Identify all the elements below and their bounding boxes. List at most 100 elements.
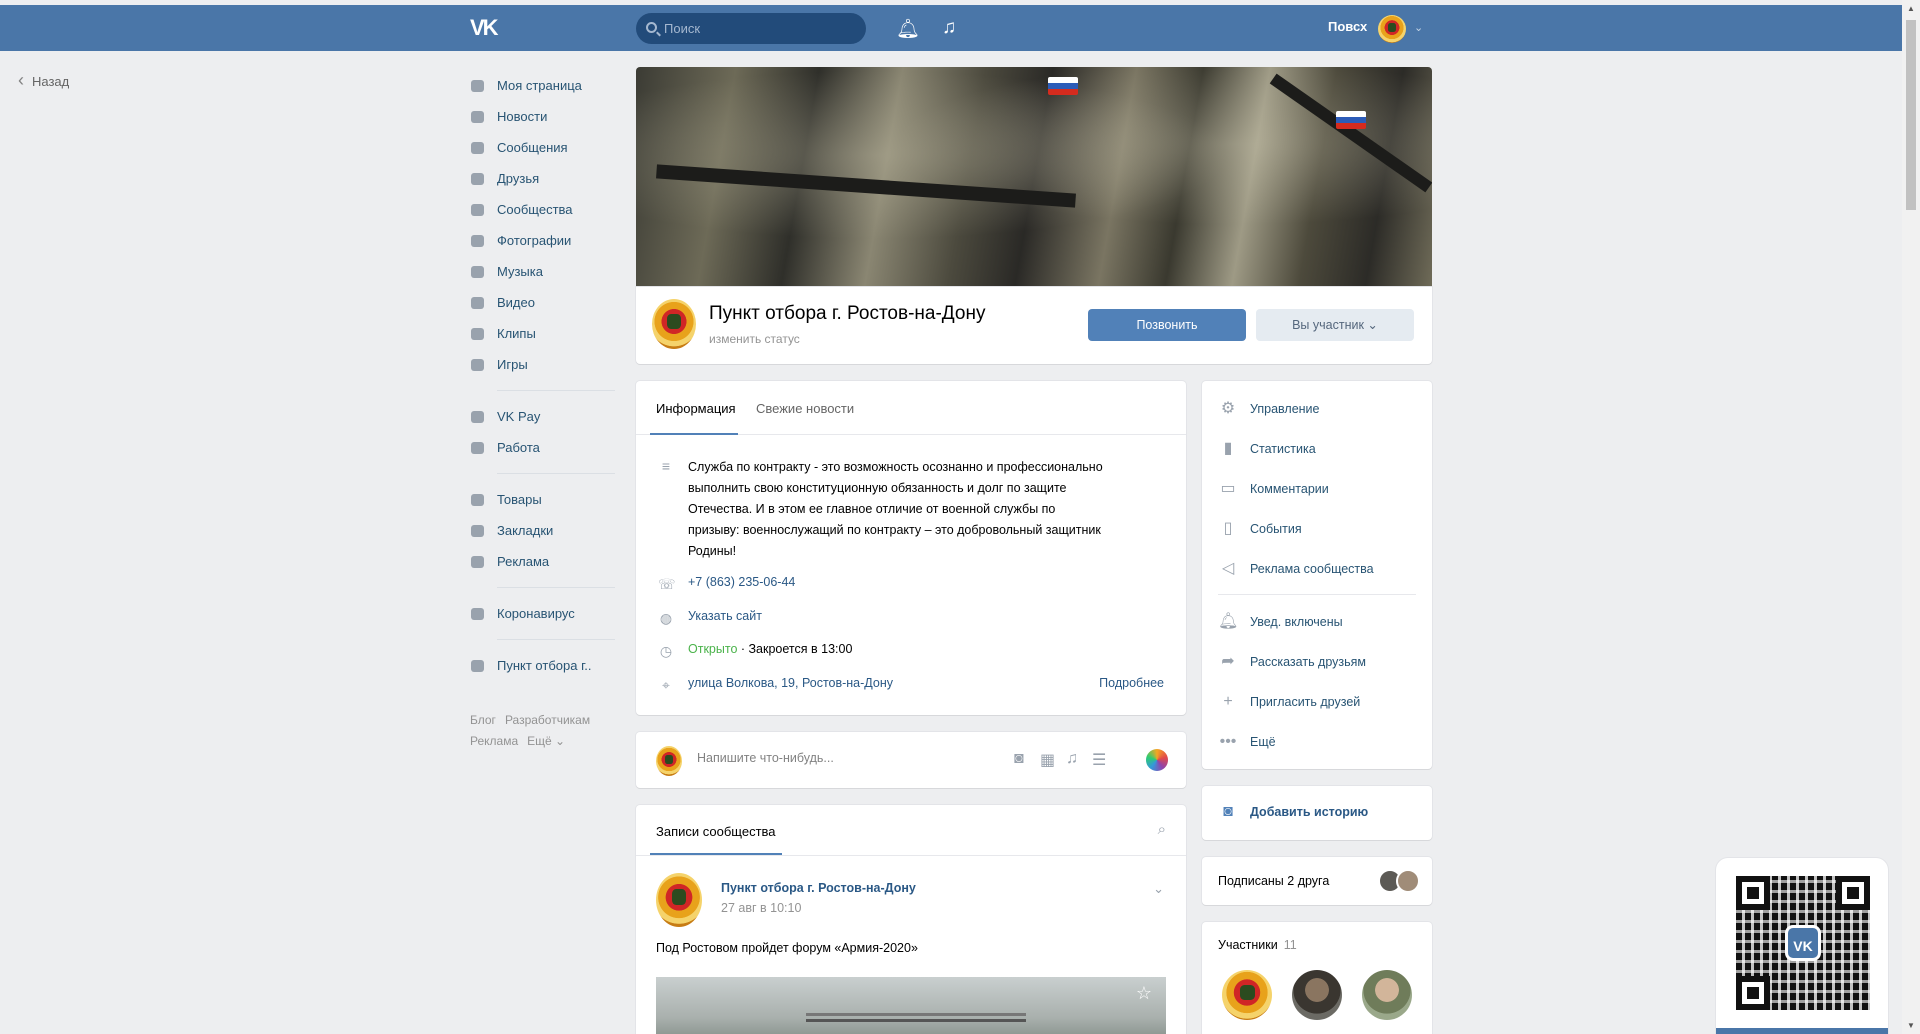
friends-label[interactable]: Подписаны 2 друга [1218, 874, 1329, 888]
article-icon[interactable]: ☰ [1092, 750, 1106, 770]
info-phone-row: ☏ +7 (863) 235-06-44 [658, 575, 795, 592]
nav-item-clips[interactable]: Клипы [470, 318, 615, 349]
video-icon[interactable]: ▦ [1040, 750, 1055, 770]
divider [636, 855, 1186, 856]
flag-icon [1048, 77, 1078, 95]
vk-logo: VK [1785, 925, 1821, 961]
post-author-avatar[interactable] [656, 873, 702, 927]
nav-item-games[interactable]: Игры [470, 349, 615, 380]
qr-code: VK [1736, 876, 1870, 1010]
stats-icon: ▮ [1223, 440, 1233, 457]
members-label[interactable]: Участники 11 [1218, 938, 1297, 952]
nav-item-video[interactable]: Видео [470, 287, 615, 318]
nav-item-group[interactable]: Пункт отбора г.. [470, 650, 615, 681]
user-avatar[interactable] [1378, 15, 1406, 43]
nav-item-messages[interactable]: Сообщения [470, 132, 615, 163]
post-author[interactable]: Пункт отбора г. Ростов-на-Дону [721, 881, 916, 895]
address-link[interactable]: улица Волкова, 19, Ростов-на-Дону [688, 676, 893, 690]
back-link[interactable]: ‹ Назад [18, 70, 69, 91]
action-stats[interactable]: ▮ Статистика [1218, 439, 1316, 459]
member-avatar[interactable] [1292, 970, 1342, 1020]
action-label: Рассказать друзьям [1250, 655, 1367, 669]
member-button[interactable]: Вы участник ⌄ [1256, 309, 1414, 341]
site-link[interactable]: Указать сайт [688, 609, 762, 623]
chevron-down-icon[interactable]: ⌄ [1153, 881, 1164, 897]
scroll-down-icon[interactable]: ▼ [1907, 1021, 1915, 1030]
nav-item-ads[interactable]: Реклама [470, 546, 615, 577]
chevron-down-icon[interactable]: ⌄ [1414, 21, 1423, 34]
call-button[interactable]: Позвонить [1088, 309, 1246, 341]
color-picker-icon[interactable] [1146, 749, 1168, 771]
star-icon[interactable]: ☆ [1136, 983, 1152, 1004]
action-notifications[interactable]: 🔔︎ Увед. включены [1218, 612, 1343, 632]
post-date[interactable]: 27 авг в 10:10 [721, 901, 801, 915]
nav-label: Сообщения [497, 140, 568, 155]
megaphone-icon: ◁ [1221, 560, 1235, 577]
vk-logo[interactable]: VK [470, 15, 506, 41]
phone-link[interactable]: +7 (863) 235-06-44 [688, 575, 795, 589]
info-site-row: ◍ Указать сайт [658, 609, 762, 626]
nav-item-my-page[interactable]: Моя страница [470, 70, 615, 101]
location-pin-icon: ⌖ [662, 677, 670, 693]
qr-widget[interactable]: VK [1716, 858, 1888, 1034]
nav-item-friends[interactable]: Друзья [470, 163, 615, 194]
nav-item-news[interactable]: Новости [470, 101, 615, 132]
closes-time: · Закроется в 13:00 [740, 642, 853, 656]
nav-item-groups[interactable]: Сообщества [470, 194, 615, 225]
group-status[interactable]: изменить статус [709, 332, 800, 346]
work-icon [470, 441, 486, 455]
nav-item-vkpay[interactable]: VK Pay [470, 401, 615, 432]
music-icon[interactable]: ♫ [1066, 750, 1078, 768]
nav-item-photos[interactable]: Фотографии [470, 225, 615, 256]
action-events[interactable]: ▯ События [1218, 519, 1302, 539]
nav-item-goods[interactable]: Товары [470, 484, 615, 515]
nav-item-bookmarks[interactable]: Закладки [470, 515, 615, 546]
action-invite[interactable]: + Пригласить друзей [1218, 692, 1360, 712]
member-avatar[interactable] [1362, 970, 1412, 1020]
post-input[interactable]: Напишите что-нибудь... [697, 751, 834, 765]
groups-icon [470, 203, 486, 217]
nav-item-work[interactable]: Работа [470, 432, 615, 463]
tab-news[interactable]: Свежие новости [756, 401, 854, 416]
search-icon[interactable]: ⌕ [1158, 821, 1166, 838]
events-icon: ▯ [1223, 520, 1233, 537]
top-bar: VK Поиск 🔔︎ ♫ Повсх ⌄ [0, 5, 1902, 51]
footer-link-ads[interactable]: Реклама [470, 734, 518, 748]
action-manage[interactable]: ⚙ Управление [1218, 399, 1320, 419]
group-actions: ⚙ Управление ▮ Статистика ▭ Комментарии ▯ Со… [1202, 381, 1432, 769]
search-input[interactable]: Поиск [636, 13, 866, 44]
group-icon [470, 659, 486, 673]
tab-info[interactable]: Информация [656, 401, 736, 416]
tab-wall[interactable]: Записи сообщества [656, 824, 776, 839]
post-text: Под Ростовом пройдет форум «Армия-2020» [656, 941, 918, 955]
friend-avatar[interactable] [1396, 869, 1420, 893]
post-image[interactable]: ☆ [656, 977, 1166, 1034]
scrollbar-thumb[interactable] [1906, 20, 1916, 210]
action-comments[interactable]: ▭ Комментарии [1218, 479, 1328, 499]
bell-icon[interactable]: 🔔︎ [896, 17, 920, 41]
action-ads[interactable]: ◁ Реклама сообщества [1218, 559, 1374, 579]
info-hours-row: ◷ Открыто · Закроется в 13:00 [658, 642, 853, 659]
scrollbar[interactable]: ▲ ▼ [1902, 0, 1920, 1034]
members-title: Участники [1218, 938, 1278, 952]
nav-item-coronavirus[interactable]: Коронавирус [470, 598, 615, 629]
camera-icon[interactable]: ◙ [1014, 750, 1024, 768]
footer-link-blog[interactable]: Блог [470, 713, 496, 727]
scroll-up-icon[interactable]: ▲ [1907, 4, 1915, 13]
footer-link-dev[interactable]: Разработчикам [505, 713, 590, 727]
music-icon[interactable]: ♫ [942, 17, 956, 39]
group-avatar[interactable] [652, 299, 696, 349]
action-more[interactable]: ••• Ещё [1218, 732, 1276, 752]
nav-label: Коронавирус [497, 606, 575, 621]
footer-link-more[interactable]: Ещё ⌄ [527, 734, 565, 748]
video-icon [470, 296, 486, 310]
nav-label: Сообщества [497, 202, 573, 217]
more-link[interactable]: Подробнее [1099, 676, 1164, 690]
user-name[interactable]: Повсх [1328, 19, 1367, 34]
add-story-button[interactable]: ◙ Добавить историю [1218, 802, 1368, 822]
action-share[interactable]: ➦ Рассказать друзьям [1218, 652, 1366, 672]
camera-icon: ◙ [1223, 803, 1233, 820]
member-avatar[interactable] [1222, 970, 1272, 1020]
nav-item-music[interactable]: Музыка [470, 256, 615, 287]
nav-label: Товары [497, 492, 542, 507]
